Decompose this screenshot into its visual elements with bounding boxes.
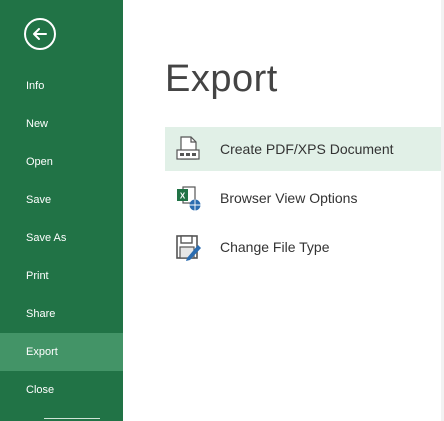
- export-pane: Export Create PDF/XPS Document X Browser…: [123, 0, 444, 421]
- nav-item-print[interactable]: Print: [0, 257, 123, 295]
- create-pdf-xps-option[interactable]: Create PDF/XPS Document: [165, 127, 444, 171]
- excel-globe-icon: X: [177, 186, 201, 211]
- nav-item-save[interactable]: Save: [0, 181, 123, 219]
- nav-item-share[interactable]: Share: [0, 295, 123, 333]
- nav-item-save-as[interactable]: Save As: [0, 219, 123, 257]
- option-label: Create PDF/XPS Document: [220, 141, 394, 157]
- change-file-type-icon: [176, 235, 201, 261]
- sidebar-divider: [44, 418, 100, 419]
- back-button[interactable]: [24, 18, 56, 50]
- nav-item-info[interactable]: Info: [0, 67, 123, 105]
- page-title: Export: [165, 58, 278, 100]
- backstage-sidebar: Info New Open Save Save As Print Share E…: [0, 0, 123, 421]
- back-arrow-icon: [33, 28, 47, 40]
- nav-item-open[interactable]: Open: [0, 143, 123, 181]
- nav-item-export[interactable]: Export: [0, 333, 123, 371]
- pdf-document-icon: [176, 136, 200, 160]
- svg-text:X: X: [180, 192, 186, 201]
- browser-view-options[interactable]: X Browser View Options: [165, 176, 444, 220]
- nav-item-close[interactable]: Close: [0, 371, 123, 409]
- option-label: Change File Type: [220, 239, 330, 255]
- change-file-type-option[interactable]: Change File Type: [165, 225, 444, 269]
- nav-item-new[interactable]: New: [0, 105, 123, 143]
- option-label: Browser View Options: [220, 190, 358, 206]
